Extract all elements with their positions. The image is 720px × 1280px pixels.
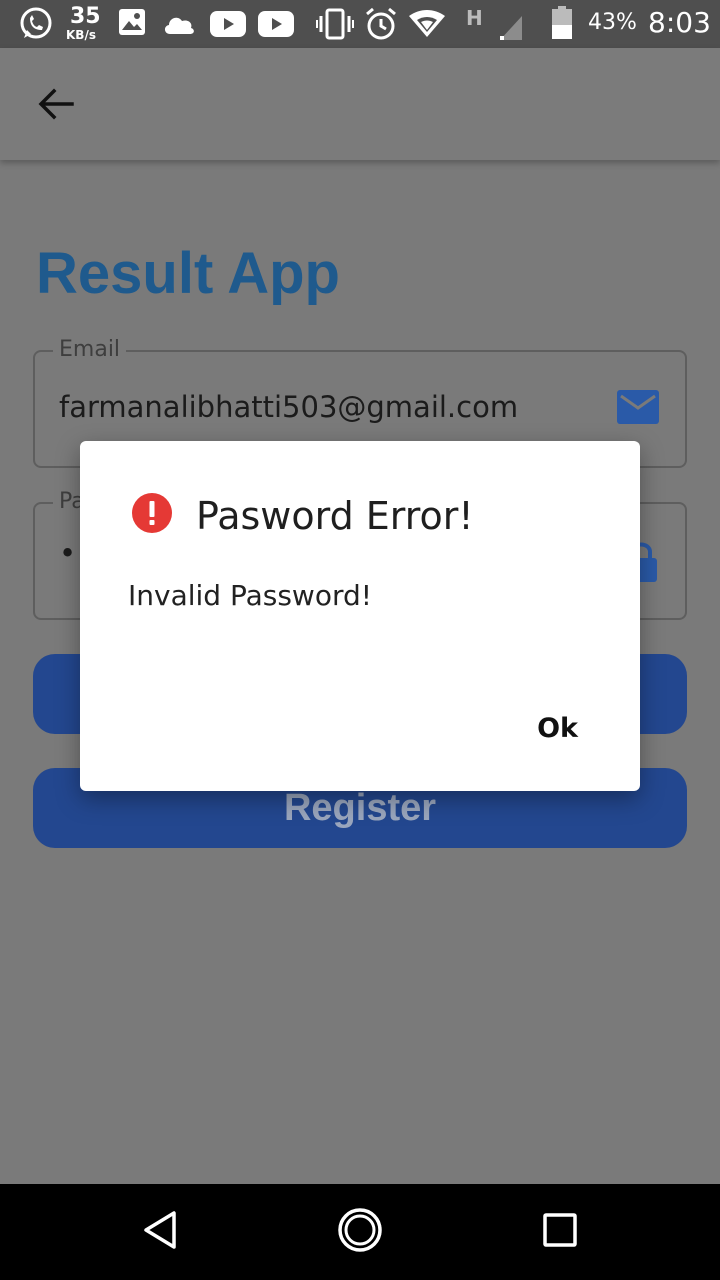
battery-percent: 43% [588,10,637,35]
clock: 8:03 [648,6,711,39]
nav-home-button[interactable] [336,1207,384,1258]
wifi-icon [408,10,446,38]
whatsapp-icon [18,6,54,42]
image-icon [118,8,146,36]
arrow-left-icon [38,88,74,125]
recents-square-icon [542,1212,578,1253]
network-type: H [466,6,483,30]
back-button[interactable] [24,78,88,134]
dialog-header: Pasword Error! [132,493,474,538]
dialog-title: Pasword Error! [196,493,474,538]
status-bar: 35 KB/s H 43% 8:03 [0,0,720,48]
back-triangle-icon [142,1210,178,1255]
email-value[interactable]: farmanalibhatti503@gmail.com [59,390,518,424]
youtube-icon [258,10,294,38]
vibrate-icon [316,8,354,40]
nav-back-button[interactable] [136,1208,184,1256]
navigation-bar [0,1184,720,1280]
page-title: Result App [36,241,340,306]
ok-button[interactable]: Ok [527,709,588,748]
home-circle-icon [337,1207,383,1258]
mail-icon [617,390,659,429]
youtube-icon [210,10,246,38]
battery-icon [552,6,572,40]
speed-unit: KB/s [66,28,96,42]
alarm-icon [364,6,398,42]
cloud-icon [162,12,196,36]
email-label: Email [53,337,127,362]
nav-recents-button[interactable] [536,1208,584,1256]
error-icon [132,493,172,538]
dialog-message: Invalid Password! [128,579,372,612]
speed-value: 35 [70,4,101,29]
app-bar [0,48,720,160]
signal-icon [498,14,524,42]
error-dialog: Pasword Error! Invalid Password! Ok [80,441,640,791]
